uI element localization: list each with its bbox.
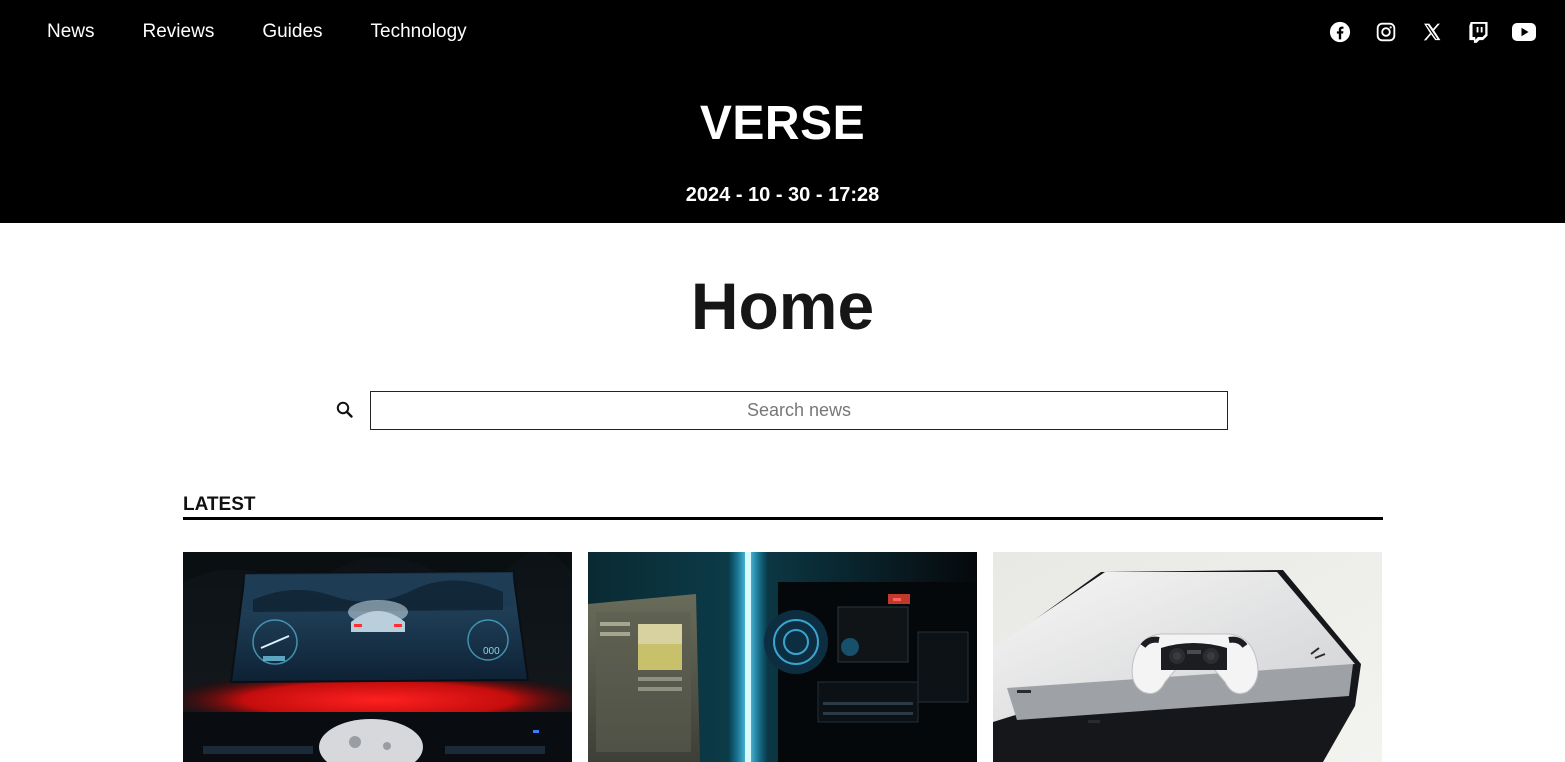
instagram-icon[interactable] (1374, 20, 1398, 44)
site-logo[interactable]: VERSE (0, 96, 1565, 152)
nav-item-technology[interactable]: Technology (371, 20, 467, 44)
article-card[interactable] (588, 552, 977, 762)
nav-item-guides[interactable]: Guides (262, 20, 322, 44)
x-icon[interactable] (1420, 20, 1444, 44)
search-bar (335, 391, 1228, 430)
nav-item-news[interactable]: News (47, 20, 95, 44)
racing-game-setup-image: 000 (183, 552, 572, 762)
facebook-icon[interactable] (1328, 20, 1352, 44)
section-heading-label: LATEST (183, 494, 256, 515)
header-datetime: 2024 - 10 - 30 - 17:28 (685, 184, 880, 206)
twitch-icon[interactable] (1466, 20, 1490, 44)
section-heading-latest: LATEST (183, 494, 1383, 520)
search-input[interactable] (370, 391, 1228, 430)
ps5-console-image (993, 552, 1382, 762)
site-header: News Reviews Guides Technology VERSE 202… (0, 0, 1565, 223)
top-nav: News Reviews Guides Technology (47, 20, 515, 44)
search-icon (335, 400, 355, 420)
nav-item-reviews[interactable]: Reviews (143, 20, 215, 44)
article-card[interactable]: 000 (183, 552, 572, 762)
pc-build-image (588, 552, 977, 762)
svg-text:000: 000 (483, 646, 500, 657)
latest-cards: 000 (183, 552, 1383, 762)
page-title: Home (690, 269, 875, 343)
social-links (1306, 20, 1536, 44)
article-card[interactable] (993, 552, 1382, 762)
youtube-icon[interactable] (1512, 20, 1536, 44)
